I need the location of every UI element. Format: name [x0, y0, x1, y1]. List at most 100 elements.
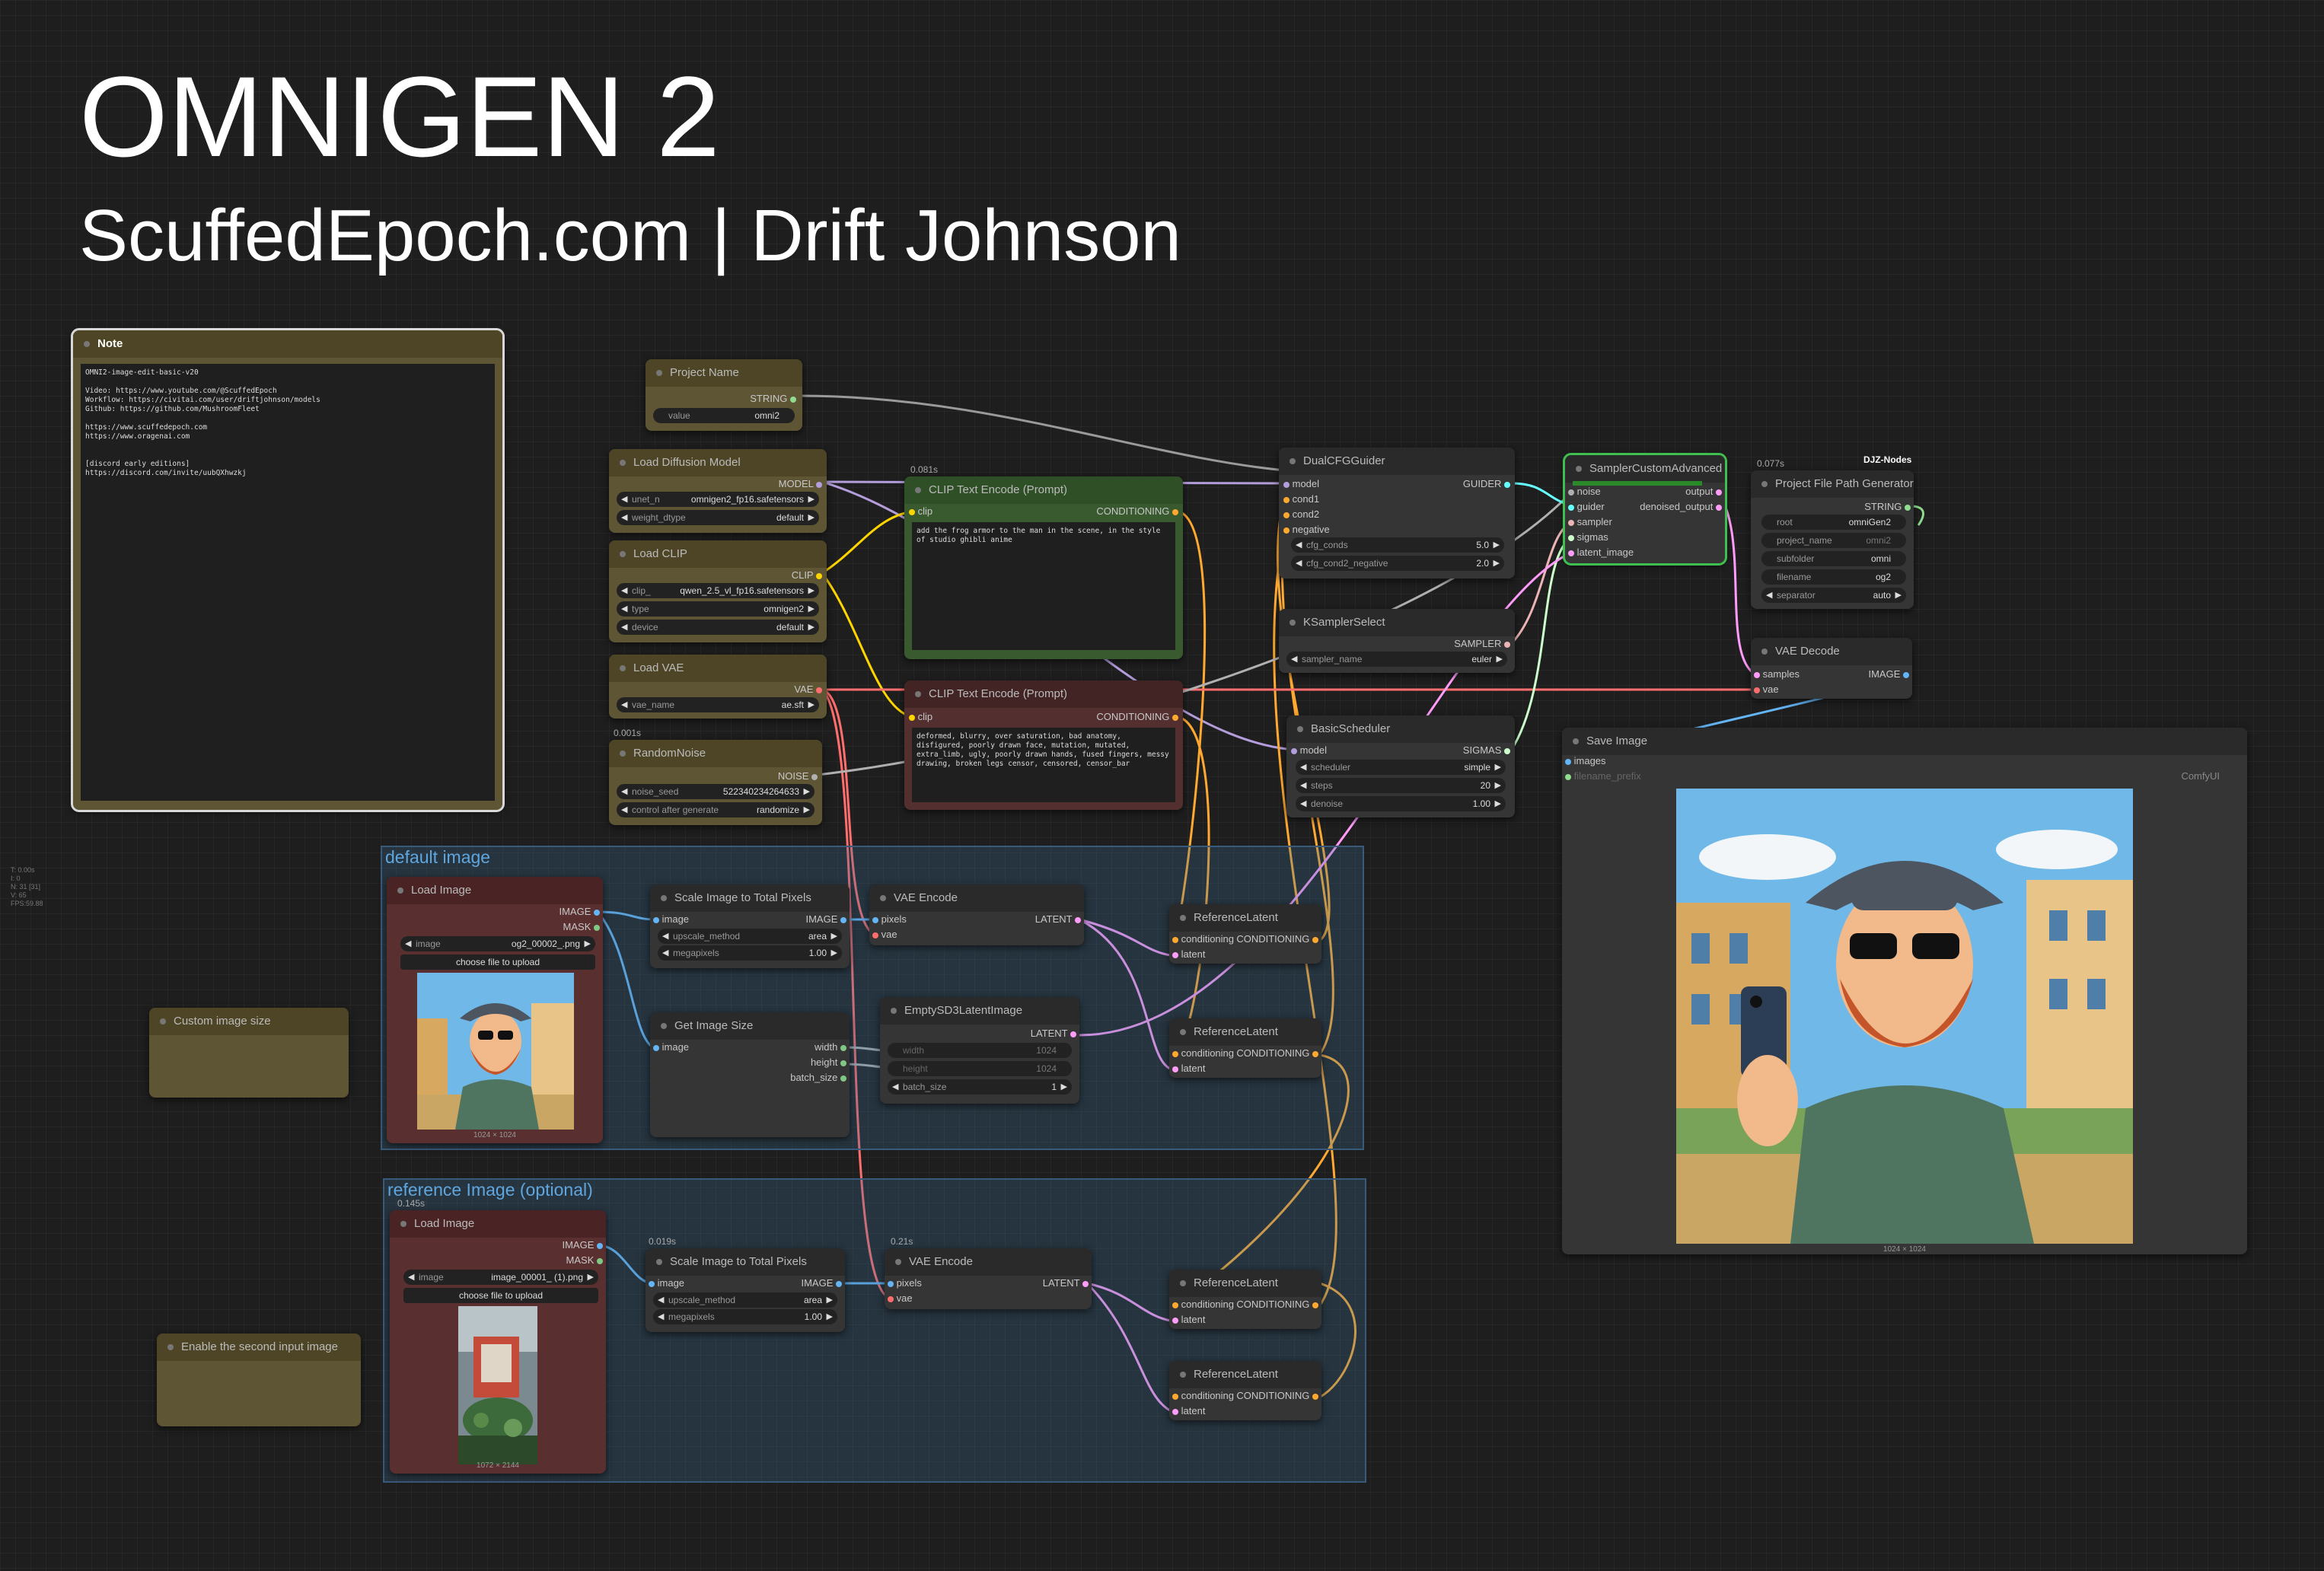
custom-image-size-node[interactable]: Custom image size: [149, 1008, 349, 1098]
input-cond2[interactable]: cond2: [1283, 508, 1319, 521]
sampler-name-combo[interactable]: ◀ sampler_name euler ▶: [1286, 652, 1507, 667]
vae-encode-default-node[interactable]: VAE Encode pixels vae LATENT: [869, 884, 1084, 945]
input-sampler[interactable]: sampler: [1568, 516, 1612, 528]
negative-prompt-textarea[interactable]: deformed, blurry, over saturation, bad a…: [912, 728, 1175, 802]
output-noise[interactable]: NOISE: [778, 770, 818, 782]
vae-encode-reference-node[interactable]: VAE Encode pixels vae LATENT: [885, 1248, 1092, 1309]
project-name-input[interactable]: project_name omni2: [1761, 533, 1906, 548]
output-width[interactable]: width: [815, 1041, 846, 1053]
output-image[interactable]: IMAGE: [559, 906, 600, 918]
node-header[interactable]: Load VAE: [609, 655, 827, 682]
output-sigmas[interactable]: SIGMAS: [1463, 744, 1510, 757]
input-latent[interactable]: latent: [1172, 1063, 1205, 1075]
node-header[interactable]: VAE Encode: [885, 1248, 1092, 1276]
image-combo[interactable]: ◀ image og2_00002_.png ▶: [400, 936, 595, 951]
clip-text-encode-negative-node[interactable]: CLIP Text Encode (Prompt) clip CONDITION…: [904, 680, 1183, 810]
input-clip[interactable]: clip: [909, 505, 932, 518]
output-clip[interactable]: CLIP: [792, 569, 822, 582]
reference-image-preview[interactable]: [458, 1306, 537, 1464]
ksampler-select-node[interactable]: KSamplerSelect SAMPLER ◀ sampler_name eule…: [1279, 609, 1515, 673]
input-model[interactable]: model: [1283, 478, 1319, 490]
output-batch-size[interactable]: batch_size: [790, 1072, 846, 1084]
node-header[interactable]: SamplerCustomAdvanced: [1565, 455, 1725, 483]
output-denoised[interactable]: denoised_output: [1640, 501, 1722, 513]
input-conditioning[interactable]: conditioning: [1172, 1299, 1234, 1311]
output-string[interactable]: STRING: [750, 393, 796, 405]
output-height[interactable]: height: [811, 1056, 846, 1069]
output-output[interactable]: output: [1685, 486, 1722, 498]
input-latent[interactable]: latent: [1172, 948, 1205, 961]
steps-widget[interactable]: ◀ steps 20 ▶: [1296, 778, 1506, 793]
filename-prefix-widget[interactable]: filename_prefix ComfyUI: [1565, 770, 2243, 782]
device-combo[interactable]: ◀ device default ▶: [617, 620, 819, 635]
node-header[interactable]: BasicScheduler: [1286, 715, 1515, 743]
input-conditioning[interactable]: conditioning: [1172, 1390, 1234, 1402]
output-latent[interactable]: LATENT: [1031, 1028, 1076, 1040]
load-diffusion-model-node[interactable]: Load Diffusion Model MODEL ◀ unet_n omnige…: [609, 449, 827, 533]
output-guider[interactable]: GUIDER: [1463, 478, 1510, 490]
output-conditioning[interactable]: CONDITIONING: [1096, 505, 1178, 518]
node-header[interactable]: EmptySD3LatentImage: [880, 997, 1079, 1024]
scale-image-reference-node[interactable]: Scale Image to Total Pixels image IMAGE …: [646, 1248, 845, 1332]
filename-widget[interactable]: filename og2: [1761, 569, 1906, 585]
output-string[interactable]: STRING: [1864, 501, 1911, 513]
node-header[interactable]: Enable the second input image: [157, 1334, 361, 1361]
enable-second-image-node[interactable]: Enable the second input image: [157, 1334, 361, 1426]
megapixels-widget[interactable]: ◀ megapixels 1.00 ▶: [658, 945, 842, 961]
prompt-textarea[interactable]: add the frog armor to the man in the sce…: [912, 522, 1175, 650]
input-pixels[interactable]: pixels: [888, 1277, 922, 1289]
reference-latent-node-1[interactable]: ReferenceLatent conditioning latent COND…: [1169, 904, 1321, 964]
output-image[interactable]: IMAGE: [805, 913, 846, 926]
input-image-preview[interactable]: [417, 973, 574, 1130]
node-header[interactable]: Load CLIP: [609, 540, 827, 568]
megapixels-widget[interactable]: ◀ megapixels 1.00 ▶: [653, 1309, 837, 1324]
node-header[interactable]: Load Diffusion Model: [609, 449, 827, 476]
input-clip[interactable]: clip: [909, 711, 932, 723]
subfolder-widget[interactable]: subfolder omni: [1761, 551, 1906, 566]
node-header[interactable]: VAE Encode: [869, 884, 1084, 912]
project-file-path-generator-node[interactable]: Project File Path Generator STRING root o…: [1751, 470, 1914, 609]
choose-file-button[interactable]: choose file to upload: [400, 954, 595, 970]
scale-image-default-node[interactable]: Scale Image to Total Pixels image IMAGE …: [650, 884, 850, 968]
node-header[interactable]: ReferenceLatent: [1169, 1270, 1321, 1297]
output-latent[interactable]: LATENT: [1043, 1277, 1089, 1289]
load-clip-node[interactable]: Load CLIP CLIP ◀ clip_ qwen_2.5_vl_fp16.sa…: [609, 540, 827, 642]
node-header[interactable]: Get Image Size: [650, 1012, 850, 1040]
cfg-cond2-negative-widget[interactable]: ◀ cfg_cond2_negative 2.0 ▶: [1291, 556, 1504, 571]
basic-scheduler-node[interactable]: BasicScheduler model SIGMAS ◀ scheduler si…: [1286, 715, 1515, 817]
output-image[interactable]: IMAGE: [1868, 668, 1909, 680]
load-image-default-node[interactable]: Load Image IMAGE MASK ◀ image og2_00002_.p…: [387, 877, 603, 1143]
input-image[interactable]: image: [653, 1041, 689, 1053]
type-combo[interactable]: ◀ type omnigen2 ▶: [617, 601, 819, 617]
batch-size-widget[interactable]: ◀ batch_size 1 ▶: [888, 1079, 1072, 1095]
node-header[interactable]: Note: [73, 330, 502, 358]
image-combo[interactable]: ◀ image image_00001_ (1).png ▶: [403, 1270, 598, 1285]
note-node[interactable]: Note OMNI2-image-edit-basic-v20 Video: h…: [71, 328, 505, 812]
root-widget[interactable]: root omniGen2: [1761, 515, 1906, 530]
separator-combo[interactable]: ◀ separator auto ▶: [1761, 588, 1906, 603]
height-input[interactable]: height 1024: [888, 1061, 1072, 1076]
width-input[interactable]: width 1024: [888, 1043, 1072, 1058]
node-header[interactable]: Load Image: [387, 877, 603, 904]
input-conditioning[interactable]: conditioning: [1172, 1047, 1234, 1060]
node-header[interactable]: Load Image: [390, 1210, 606, 1238]
input-vae[interactable]: vae: [888, 1292, 913, 1305]
input-guider[interactable]: guider: [1568, 501, 1605, 513]
reference-latent-node-2[interactable]: ReferenceLatent conditioning latent COND…: [1169, 1018, 1321, 1078]
get-image-size-node[interactable]: Get Image Size image width height batch_…: [650, 1012, 850, 1137]
reference-latent-node-3[interactable]: ReferenceLatent conditioning latent COND…: [1169, 1270, 1321, 1329]
input-image[interactable]: image: [649, 1277, 684, 1289]
output-conditioning[interactable]: CONDITIONING: [1236, 933, 1318, 945]
input-latent-image[interactable]: latent_image: [1568, 547, 1634, 559]
save-image-node[interactable]: Save Image images filename_prefix ComfyUI…: [1562, 728, 2247, 1254]
input-negative[interactable]: negative: [1283, 524, 1330, 536]
input-conditioning[interactable]: conditioning: [1172, 933, 1234, 945]
empty-sd3-latent-node[interactable]: EmptySD3LatentImage LATENT width 1024 hei…: [880, 997, 1079, 1104]
output-conditioning[interactable]: CONDITIONING: [1236, 1299, 1318, 1311]
clip-text-encode-positive-node[interactable]: CLIP Text Encode (Prompt) clip CONDITION…: [904, 476, 1183, 659]
input-vae[interactable]: vae: [1754, 684, 1779, 696]
node-header[interactable]: ReferenceLatent: [1169, 1361, 1321, 1388]
input-sigmas[interactable]: sigmas: [1568, 531, 1608, 543]
node-header[interactable]: Project Name: [646, 359, 802, 387]
input-samples[interactable]: samples: [1754, 668, 1800, 680]
